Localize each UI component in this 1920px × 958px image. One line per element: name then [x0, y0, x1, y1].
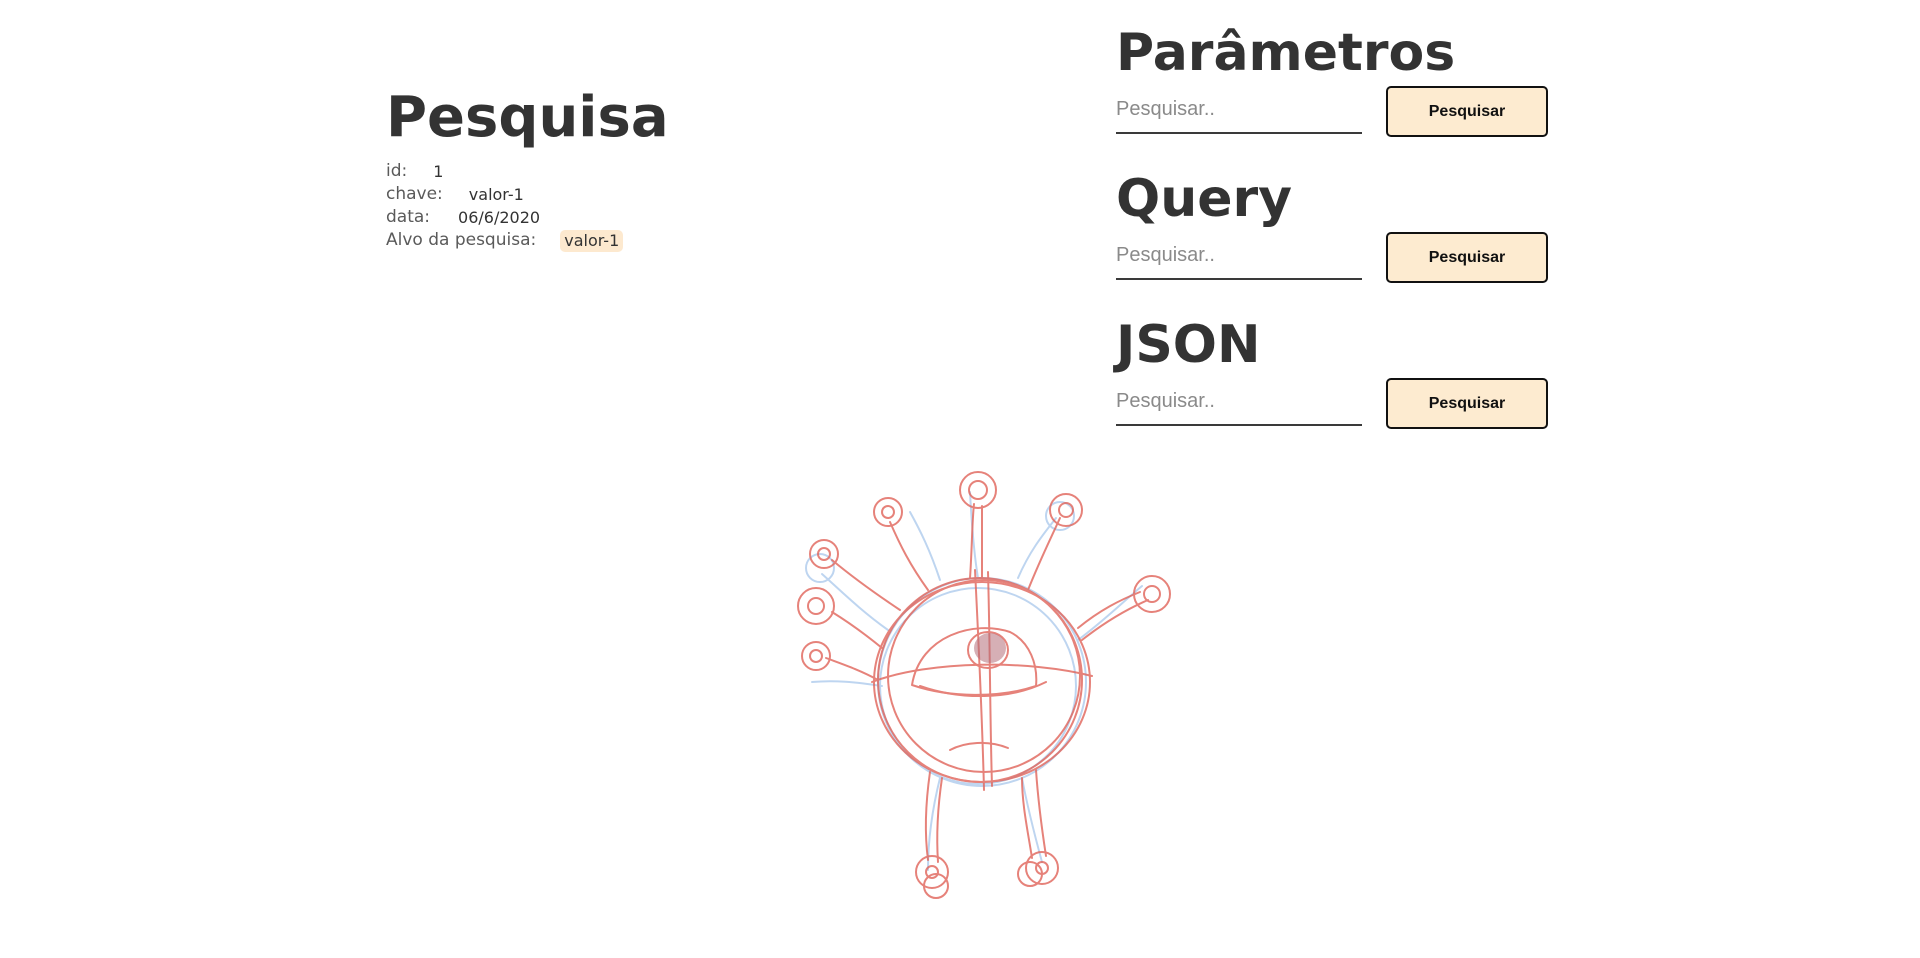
alvo-label: Alvo da pesquisa: — [386, 230, 537, 250]
json-search-button[interactable]: Pesquisar — [1386, 378, 1548, 429]
chave-value: valor-1 — [468, 185, 524, 204]
json-search-row: Pesquisar — [1116, 378, 1556, 430]
parametros-title: Parâmetros — [1116, 23, 1456, 83]
pesquisa-row-id: id: 1 — [386, 160, 746, 183]
query-title: Query — [1116, 169, 1293, 229]
json-form: JSON Pesquisar — [1116, 312, 1556, 458]
parametros-search-row: Pesquisar — [1116, 86, 1556, 138]
chave-label: chave: — [386, 184, 443, 204]
pesquisa-row-data: data: 06/6/2020 — [386, 206, 746, 229]
query-form: Query Pesquisar — [1116, 166, 1556, 312]
virus-monster-sketch-icon — [797, 471, 1171, 899]
data-value: 06/6/2020 — [458, 208, 541, 227]
id-label: id: — [386, 161, 408, 181]
json-search-input[interactable] — [1116, 378, 1362, 426]
pesquisa-panel: Pesquisa id: 1 chave: valor-1 data: 06/6… — [386, 86, 746, 252]
pesquisa-title: Pesquisa — [386, 85, 669, 150]
parametros-form: Parâmetros Pesquisar — [1116, 20, 1556, 166]
search-forms-panel: Parâmetros Pesquisar Query Pesquisar JSO… — [1116, 20, 1556, 458]
query-search-button[interactable]: Pesquisar — [1386, 232, 1548, 283]
query-search-input[interactable] — [1116, 232, 1362, 280]
data-label: data: — [386, 207, 431, 227]
alvo-value-tag: valor-1 — [560, 229, 624, 252]
parametros-search-input[interactable] — [1116, 86, 1362, 134]
json-title: JSON — [1116, 315, 1261, 375]
pesquisa-row-chave: chave: valor-1 — [386, 183, 746, 206]
id-value: 1 — [433, 162, 444, 181]
parametros-search-button[interactable]: Pesquisar — [1386, 86, 1548, 137]
query-search-row: Pesquisar — [1116, 232, 1556, 284]
pesquisa-row-alvo: Alvo da pesquisa: valor-1 — [386, 229, 746, 252]
